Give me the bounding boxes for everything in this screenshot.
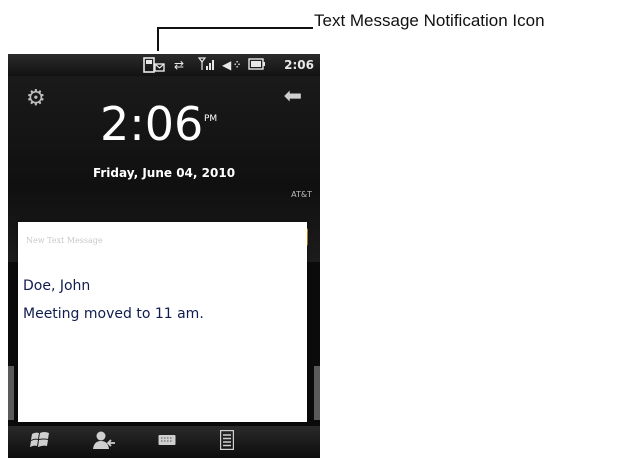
data-sync-icon: ⇄ [174,58,185,72]
sync-icon[interactable]: ⬅ [284,86,302,108]
menu-icon[interactable] [219,429,235,455]
date-label: Friday, June 04, 2010 [92,166,236,180]
message-body: Meeting moved to 11 am. [23,306,204,322]
status-bar-time: 2:06 [284,58,314,72]
sender-name: Doe, John [23,278,91,294]
left-edge [8,366,14,420]
signal-icon [197,57,214,75]
popup-title: New Text Message [26,236,103,245]
callout-leader-vertical [157,27,159,51]
battery-icon [248,57,266,75]
clock-ampm: PM [204,114,218,124]
phone-screen: ⇄ ◀᠅ 2:06 ⚙ ⬅ 2:06 PM Friday, June 04, 2… [8,54,320,458]
status-bar: ⇄ ◀᠅ 2:06 [8,54,320,76]
callout-label: Text Message Notification Icon [314,11,545,30]
windows-start-icon[interactable] [30,430,50,455]
contacts-icon[interactable] [92,430,116,455]
gear-icon[interactable]: ⚙ [26,88,46,110]
text-message-notification-icon[interactable] [143,57,165,77]
clock-time: 2:06 [100,97,204,151]
new-text-message-popup[interactable]: New Text Message Doe, John Meeting moved… [18,222,307,422]
keyboard-icon[interactable] [158,430,176,452]
callout-leader-horizontal [157,27,313,29]
carrier-label: AT&T [291,190,312,199]
volume-icon: ◀᠅ [222,58,240,72]
right-edge [314,366,320,420]
bottom-bar [8,426,320,458]
